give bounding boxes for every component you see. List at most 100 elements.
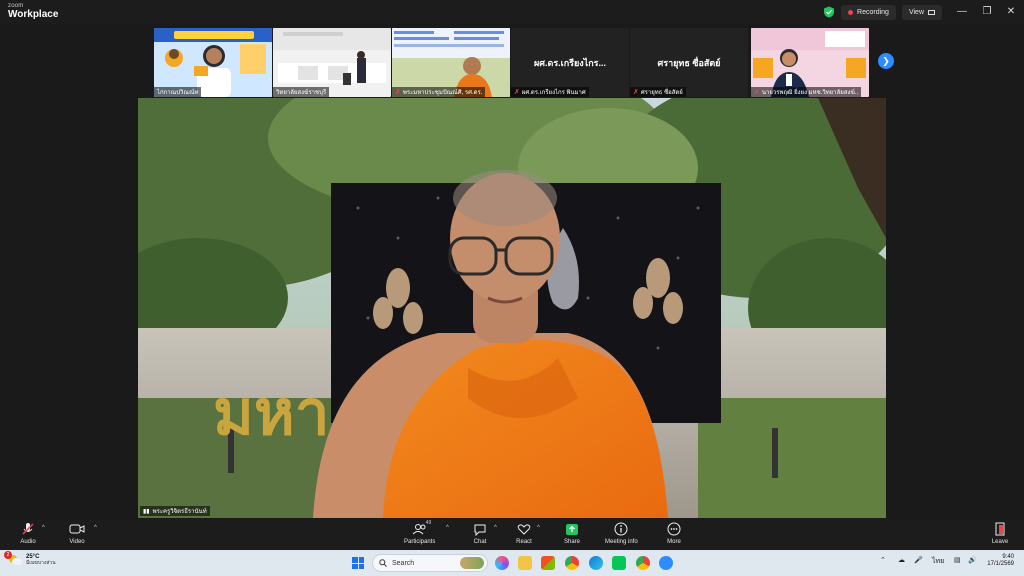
participants-button[interactable]: 49 Participants: [404, 520, 436, 548]
signal-icon: ▮▮: [143, 508, 150, 515]
view-button[interactable]: View: [901, 4, 942, 20]
search-placeholder: Search: [392, 559, 415, 567]
mic-icon[interactable]: 🎤: [914, 556, 923, 564]
camera-icon: [69, 524, 85, 534]
participant-name-tag: ✗ นายวรพฤฒิ ยิ่งยง มหช.วิทยาลัยสงฆ์..: [751, 87, 862, 97]
speaker-name: พระครูวิจิตรธีรานันท์: [152, 509, 207, 515]
meeting-toolbar: Audio ^ Video ^ 49 Participants ^ Chat ^…: [0, 519, 1024, 550]
virtual-background: มหา ศรม: [138, 98, 886, 518]
recording-label: Recording: [857, 8, 889, 16]
more-label: More: [667, 539, 681, 545]
edge-icon[interactable]: [589, 556, 603, 570]
participant-name-tag: ไก่กาณปวิณณ์ท: [154, 87, 202, 97]
weather-widget[interactable]: 2 25°C มีเมฆบางส่วน: [4, 551, 56, 566]
participants-options-caret[interactable]: ^: [446, 525, 449, 531]
participant-name: ศรายุทธ ซื่อสัตย์: [640, 90, 683, 96]
zoom-logo: zoom Workplace: [8, 3, 58, 20]
participant-name: นายวรพฤฒิ ยิ่งยง มหช.วิทยาลัยสงฆ์..: [761, 90, 859, 96]
clock-time: 9:40: [1002, 554, 1014, 560]
react-button[interactable]: React: [514, 522, 534, 548]
search-icon: [379, 559, 387, 567]
view-label: View: [908, 8, 924, 16]
wifi-icon[interactable]: ▤: [954, 556, 961, 564]
audio-button[interactable]: Audio: [18, 522, 38, 548]
leave-icon: [995, 522, 1005, 536]
mic-muted-icon: ✗: [754, 89, 760, 96]
participant-name: วิทยาลัยสงฆ์ราชบุรี: [276, 90, 327, 96]
audio-label: Audio: [20, 539, 36, 545]
active-speaker-video[interactable]: มหา ศรม ▮▮ พระครูวิจิตรธีรานันท์: [138, 98, 886, 518]
start-button[interactable]: [352, 557, 364, 569]
recording-indicator[interactable]: Recording: [841, 4, 896, 20]
participant-name: ผศ.ดร.เกรียงไกร พินมาศ: [521, 90, 586, 96]
leave-label: Leave: [991, 539, 1009, 545]
thumbnail-strip: ไก่กาณปวิณณ์ท วิทยาลัยสงฆ์ราชบุรี ✗ พระม…: [150, 28, 900, 98]
participant-name-tag: ✗ ผศ.ดร.เกรียงไกร พินมาศ: [511, 87, 589, 97]
mic-muted-icon: [22, 523, 34, 535]
chrome-icon[interactable]: [565, 556, 579, 570]
maximize-button[interactable]: ❐: [979, 4, 995, 18]
info-icon: [614, 522, 628, 536]
file-explorer-icon[interactable]: [518, 556, 532, 570]
weather-desc: มีเมฆบางส่วน: [26, 559, 56, 566]
brand-big: Workplace: [8, 9, 59, 20]
clock-date: 17/1/2569: [987, 560, 1014, 567]
leave-button[interactable]: Leave: [990, 522, 1010, 548]
participant-name-tag: ✗ ศรายุทธ ซื่อสัตย์: [630, 87, 686, 97]
meeting-info-label: Meeting info: [605, 539, 638, 545]
taskbar-search[interactable]: Search: [372, 554, 488, 572]
notification-badge: 2: [4, 551, 12, 559]
participant-name: ไก่กาณปวิณณ์ท: [157, 90, 199, 96]
tray-overflow-icon[interactable]: ⌃: [880, 556, 886, 564]
chrome-profile-icon[interactable]: [636, 556, 650, 570]
participant-name-tag: ✗ พระมหาประชุมปัณณ์ศิ, รศ.ดร.: [392, 87, 486, 97]
participant-thumbnail[interactable]: ศรายุทธ ซื่อสัตย์ ✗ ศรายุทธ ซื่อสัตย์: [630, 28, 748, 97]
chat-options-caret[interactable]: ^: [494, 525, 497, 531]
share-screen-icon: [566, 523, 578, 535]
shield-icon[interactable]: [823, 6, 835, 18]
copilot-icon[interactable]: [495, 556, 509, 570]
cloud-icon[interactable]: ☁: [898, 556, 905, 564]
participant-thumbnail[interactable]: ✗ นายวรพฤฒิ ยิ่งยง มหช.วิทยาลัยสงฆ์..: [751, 28, 869, 97]
participant-name-tag: วิทยาลัยสงฆ์ราชบุรี: [273, 87, 330, 97]
video-options-caret[interactable]: ^: [94, 525, 97, 531]
chat-icon: [474, 524, 486, 536]
status-group: Recording View: [823, 4, 942, 20]
search-highlight-image: [460, 557, 484, 569]
participant-thumbnail[interactable]: ✗ พระมหาประชุมปัณณ์ศิ, รศ.ดร.: [392, 28, 510, 97]
language-indicator[interactable]: ไทย: [932, 556, 944, 567]
close-button[interactable]: ✕: [1003, 4, 1019, 18]
share-button[interactable]: Share: [562, 522, 582, 548]
participant-thumbnail[interactable]: วิทยาลัยสงฆ์ราชบุรี: [273, 28, 391, 97]
mic-muted-icon: ✗: [514, 89, 520, 96]
weather-cloud-icon: 2: [4, 551, 22, 566]
mic-muted-icon: ✗: [633, 89, 639, 96]
participant-display-name: ศรายุทธ ซื่อสัตย์: [657, 58, 721, 68]
title-bar: zoom Workplace Recording View — ❐ ✕: [0, 0, 1024, 24]
chat-label: Chat: [473, 539, 487, 545]
react-label: React: [516, 539, 532, 545]
minimize-button[interactable]: —: [954, 4, 970, 18]
participants-count: 49: [425, 520, 432, 526]
store-icon[interactable]: [541, 556, 555, 570]
speaker-name-tag: ▮▮ พระครูวิจิตรธีรานันท์: [140, 506, 210, 516]
volume-icon[interactable]: 🔊: [968, 556, 977, 564]
react-options-caret[interactable]: ^: [537, 525, 540, 531]
windows-taskbar: 2 25°C มีเมฆบางส่วน Search ⌃ ☁ 🎤 ไทย ▤ 🔊…: [0, 550, 1024, 576]
chat-button[interactable]: Chat: [470, 522, 490, 548]
zoom-taskbar-icon[interactable]: [659, 556, 673, 570]
mic-muted-icon: ✗: [395, 89, 401, 96]
audio-options-caret[interactable]: ^: [42, 525, 45, 531]
chevron-right-icon: ❯: [882, 55, 890, 66]
more-icon: [667, 522, 681, 536]
next-page-button[interactable]: ❯: [878, 53, 894, 69]
line-icon[interactable]: [612, 556, 626, 570]
participant-name: พระมหาประชุมปัณณ์ศิ, รศ.ดร.: [402, 90, 483, 96]
video-button[interactable]: Video: [67, 522, 87, 548]
meeting-info-button[interactable]: Meeting info: [605, 522, 638, 548]
participants-label: Participants: [404, 539, 436, 545]
participant-thumbnail[interactable]: ไก่กาณปวิณณ์ท: [154, 28, 272, 97]
more-button[interactable]: More: [664, 522, 684, 548]
participant-thumbnail[interactable]: ผศ.ดร.เกรียงไกร... ✗ ผศ.ดร.เกรียงไกร พินม…: [511, 28, 629, 97]
system-clock[interactable]: 9:40 17/1/2569: [987, 554, 1014, 568]
